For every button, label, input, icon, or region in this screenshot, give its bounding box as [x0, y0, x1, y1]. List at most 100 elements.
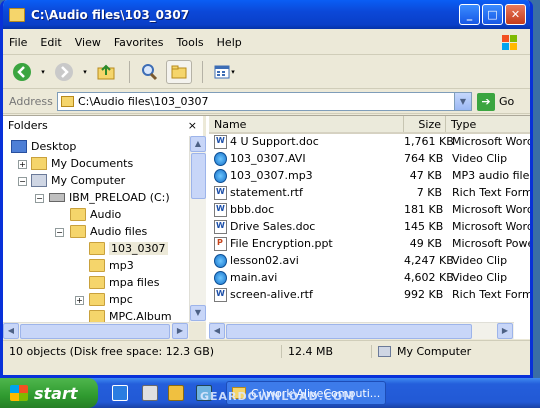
scroll-left-icon[interactable]: ◀: [3, 323, 19, 339]
menu-bar: File Edit View Favorites Tools Help: [3, 31, 530, 55]
folder-icon: [70, 225, 86, 238]
scroll-left-icon[interactable]: ◀: [209, 323, 225, 339]
up-folder-button[interactable]: [93, 60, 119, 84]
folders-vertical-scrollbar[interactable]: ▲ ▼: [189, 136, 206, 322]
tree-item-drive-c[interactable]: IBM_PRELOAD (C:): [49, 189, 170, 206]
menu-edit[interactable]: Edit: [40, 36, 61, 49]
menu-view[interactable]: View: [75, 36, 101, 49]
forward-dropdown[interactable]: ▾: [81, 60, 89, 84]
address-dropdown-button[interactable]: ▼: [454, 93, 471, 110]
minimize-button[interactable]: _: [459, 4, 480, 25]
maximize-button[interactable]: □: [482, 4, 503, 25]
scroll-corner: [189, 322, 206, 339]
tree-item-mpc[interactable]: mpc: [89, 291, 133, 308]
chevron-down-icon: ▾: [231, 68, 235, 76]
file-list-header: Name Size Type: [209, 116, 530, 134]
folder-icon: [171, 65, 187, 79]
file-row[interactable]: 4 U Support.doc 1,761 KB Microsoft Word …: [209, 133, 530, 150]
close-button[interactable]: ✕: [505, 4, 526, 25]
quicklaunch-ie-icon[interactable]: [112, 385, 128, 401]
tree-item-mp3[interactable]: mp3: [89, 257, 134, 274]
go-button[interactable]: ➔ Go: [477, 92, 514, 111]
scroll-thumb[interactable]: [20, 324, 170, 339]
word-doc-icon: [214, 134, 227, 149]
drive-icon: [49, 193, 65, 202]
folders-pane-close-button[interactable]: ×: [188, 119, 197, 132]
quicklaunch-app-icon[interactable]: [142, 385, 158, 401]
start-button[interactable]: start: [0, 378, 98, 408]
scroll-right-icon[interactable]: ▶: [497, 323, 513, 339]
window-title: C:\Audio files\103_0307: [31, 7, 190, 22]
folders-horizontal-scrollbar[interactable]: ◀ ▶: [3, 322, 189, 339]
menu-favorites[interactable]: Favorites: [114, 36, 164, 49]
forward-button[interactable]: [51, 60, 77, 84]
scroll-thumb[interactable]: [226, 324, 472, 339]
back-button[interactable]: [9, 60, 35, 84]
file-row[interactable]: 103_0307.AVI 764 KB Video Clip: [209, 150, 530, 167]
file-row[interactable]: Drive Sales.doc 145 KB Microsoft Word Do…: [209, 218, 530, 235]
menu-file[interactable]: File: [9, 36, 27, 49]
windows-logo-icon: [10, 385, 28, 401]
folder-icon: [9, 7, 25, 22]
tree-item-audio-files[interactable]: Audio files: [70, 223, 147, 240]
address-bar: Address C:\Audio files\103_0307 ▼ ➔ Go: [3, 90, 530, 114]
menu-help[interactable]: Help: [217, 36, 242, 49]
tree-item-103-0307[interactable]: 103_0307: [89, 240, 168, 257]
file-row[interactable]: File Encryption.ppt 49 KB Microsoft Powe…: [209, 235, 530, 252]
scroll-up-icon[interactable]: ▲: [190, 136, 206, 152]
files-horizontal-scrollbar[interactable]: ◀ ▶: [209, 322, 514, 339]
file-row[interactable]: bbb.doc 181 KB Microsoft Word Document: [209, 201, 530, 218]
file-row[interactable]: main.avi 4,602 KB Video Clip: [209, 269, 530, 286]
my-computer-icon: [378, 346, 391, 357]
tree-item-mpa-files[interactable]: mpa files: [89, 274, 159, 291]
file-row[interactable]: 103_0307.mp3 47 KB MP3 audio file (mp3): [209, 167, 530, 184]
column-header-name[interactable]: Name: [209, 116, 404, 132]
tree-item-my-documents[interactable]: My Documents: [31, 155, 133, 172]
views-button[interactable]: ▾: [209, 60, 239, 84]
rtf-file-icon: [214, 185, 227, 200]
forward-arrow-icon: [55, 63, 73, 81]
tree-item-audio[interactable]: Audio: [70, 206, 121, 223]
toolbar-separator: [129, 61, 130, 83]
scroll-thumb[interactable]: [191, 153, 206, 199]
media-file-icon: [214, 151, 227, 166]
expand-icon[interactable]: +: [75, 296, 84, 305]
menu-tools[interactable]: Tools: [177, 36, 204, 49]
folders-pane: Folders × Desktop + My Documents − My Co…: [3, 116, 206, 339]
tree-item-desktop[interactable]: Desktop: [11, 138, 76, 155]
tree-item-mpc-album[interactable]: MPC.Album: [89, 308, 172, 322]
scroll-right-icon[interactable]: ▶: [172, 323, 188, 339]
my-documents-icon: [31, 157, 47, 170]
toolbar: ▾ ▾ ▾: [3, 56, 530, 89]
views-icon: [214, 65, 230, 79]
folder-icon: [89, 259, 105, 272]
expand-icon[interactable]: +: [18, 160, 27, 169]
search-button[interactable]: [136, 60, 162, 84]
toolbar-separator: [202, 61, 203, 83]
media-file-icon: [214, 168, 227, 183]
tree-item-my-computer[interactable]: My Computer: [31, 172, 125, 189]
file-row[interactable]: lesson02.avi 4,247 KB Video Clip: [209, 252, 530, 269]
collapse-icon[interactable]: −: [35, 194, 44, 203]
collapse-icon[interactable]: −: [18, 177, 27, 186]
scroll-down-icon[interactable]: ▼: [190, 305, 206, 321]
back-dropdown[interactable]: ▾: [39, 60, 47, 84]
folder-icon: [89, 293, 105, 306]
file-row[interactable]: statement.rtf 7 KB Rich Text Format: [209, 184, 530, 201]
folders-button[interactable]: [166, 60, 192, 84]
media-file-icon: [214, 253, 227, 268]
explorer-window: C:\Audio files\103_0307 _ □ ✕ File Edit …: [0, 0, 533, 378]
folder-icon: [89, 276, 105, 289]
file-row[interactable]: screen-alive.rtf 992 KB Rich Text Format: [209, 286, 530, 303]
quicklaunch-app-icon[interactable]: [168, 385, 184, 401]
folder-icon: [61, 96, 74, 107]
address-input[interactable]: C:\Audio files\103_0307 ▼: [57, 92, 472, 111]
collapse-icon[interactable]: −: [55, 228, 64, 237]
folders-pane-header: Folders ×: [3, 116, 203, 136]
desktop-icon: [11, 140, 27, 153]
watermark: GEARDOWNLOAD.COM: [200, 390, 356, 403]
title-bar[interactable]: C:\Audio files\103_0307 _ □ ✕: [3, 0, 530, 29]
column-header-size[interactable]: Size: [404, 116, 446, 132]
column-header-type[interactable]: Type: [446, 116, 530, 132]
file-list: Name Size Type 4 U Support.doc 1,761 KB …: [209, 116, 530, 339]
